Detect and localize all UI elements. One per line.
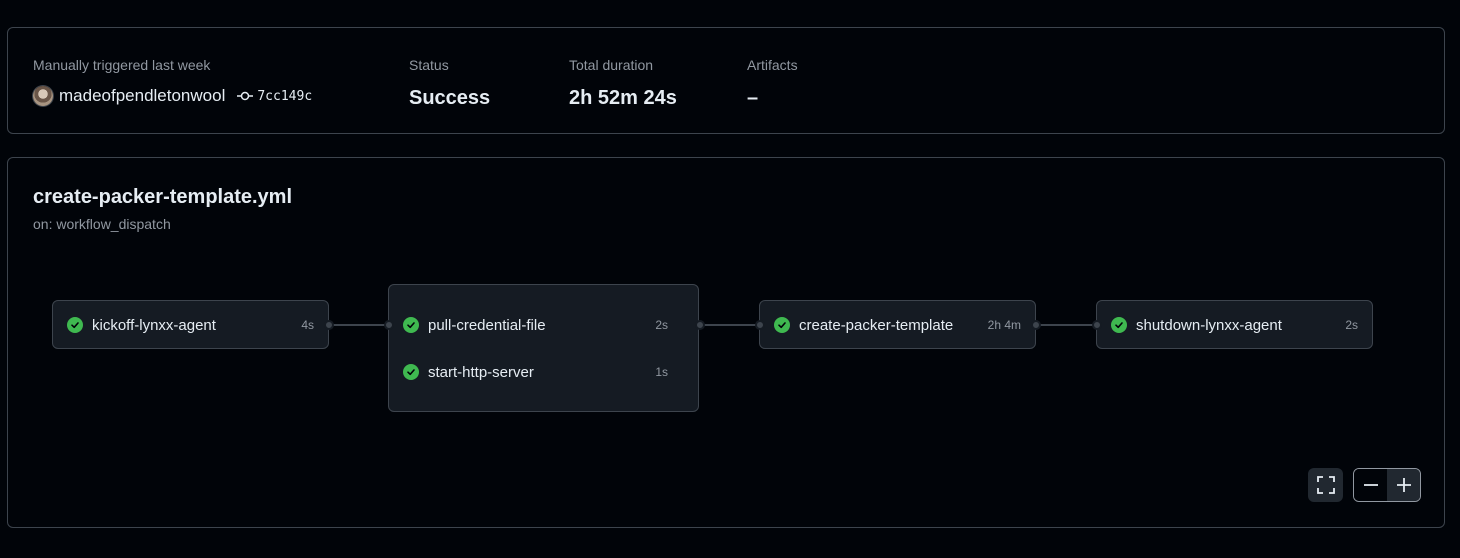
minus-icon <box>1363 484 1378 486</box>
status-label: Status <box>409 57 449 73</box>
run-summary-card: Manually triggered last week madeofpendl… <box>7 27 1445 134</box>
job-group-build: create-packer-template 2h 4m <box>759 300 1036 349</box>
plus-icon <box>1396 478 1411 492</box>
graph-port <box>1092 320 1102 330</box>
fullscreen-icon <box>1316 476 1335 494</box>
workflow-file-title[interactable]: create-packer-template.yml <box>33 186 292 209</box>
job-group-setup: pull-credential-file 2s start-http-serve… <box>388 284 699 412</box>
job-start-http-server[interactable]: start-http-server 1s <box>389 349 698 395</box>
duration-label: Total duration <box>569 57 654 73</box>
git-commit-icon <box>237 91 254 101</box>
graph-port <box>384 320 394 330</box>
job-name: shutdown-lynxx-agent <box>1136 316 1282 334</box>
job-create-packer-template[interactable]: create-packer-template 2h 4m <box>760 302 1035 348</box>
commit-sha-link[interactable]: 7cc149c <box>257 89 312 104</box>
job-name: pull-credential-file <box>428 316 546 334</box>
graph-connector <box>329 324 389 326</box>
job-name: start-http-server <box>428 363 534 381</box>
status-value: Success <box>409 87 491 109</box>
job-group-teardown: shutdown-lynxx-agent 2s <box>1096 300 1373 349</box>
duration-field: Total duration 2h 52m 24s <box>569 56 677 110</box>
check-circle-icon <box>1111 317 1127 333</box>
zoom-out-button[interactable] <box>1354 469 1387 501</box>
username-link[interactable]: madeofpendletonwool <box>59 86 225 106</box>
job-duration: 2s <box>1345 318 1358 332</box>
trigger-label: Manually triggered last week <box>33 57 211 73</box>
job-duration: 2s <box>655 318 668 332</box>
check-circle-icon <box>774 317 790 333</box>
status-field: Status Success <box>409 56 490 110</box>
job-shutdown-lynxx-agent[interactable]: shutdown-lynxx-agent 2s <box>1097 302 1372 348</box>
job-duration: 2h 4m <box>987 318 1021 332</box>
graph-port <box>1031 320 1041 330</box>
job-duration: 4s <box>301 318 314 332</box>
graph-connector <box>700 324 760 326</box>
job-name: kickoff-lynxx-agent <box>92 316 216 334</box>
workflow-graph-card: create-packer-template.yml on: workflow_… <box>7 157 1445 528</box>
graph-port <box>695 320 705 330</box>
fullscreen-button[interactable] <box>1308 468 1343 502</box>
artifacts-field: Artifacts – <box>747 56 798 110</box>
graph-port <box>324 320 334 330</box>
job-duration: 1s <box>655 365 668 379</box>
job-kickoff-lynxx-agent[interactable]: kickoff-lynxx-agent 4s <box>53 302 328 348</box>
duration-value: 2h 52m 24s <box>569 87 677 109</box>
trigger-field: Manually triggered last week madeofpendl… <box>33 56 312 108</box>
graph-port <box>755 320 765 330</box>
workflow-trigger: on: workflow_dispatch <box>33 216 171 232</box>
zoom-in-button[interactable] <box>1387 469 1420 501</box>
check-circle-icon <box>403 364 419 380</box>
job-name: create-packer-template <box>799 316 954 334</box>
graph-connector <box>1036 324 1096 326</box>
job-pull-credential-file[interactable]: pull-credential-file 2s <box>389 302 698 348</box>
check-circle-icon <box>403 317 419 333</box>
job-group-kickoff: kickoff-lynxx-agent 4s <box>52 300 329 349</box>
artifacts-value: – <box>747 87 759 109</box>
avatar[interactable] <box>33 86 53 106</box>
artifacts-label: Artifacts <box>747 57 798 73</box>
zoom-controls <box>1353 468 1421 502</box>
check-circle-icon <box>67 317 83 333</box>
